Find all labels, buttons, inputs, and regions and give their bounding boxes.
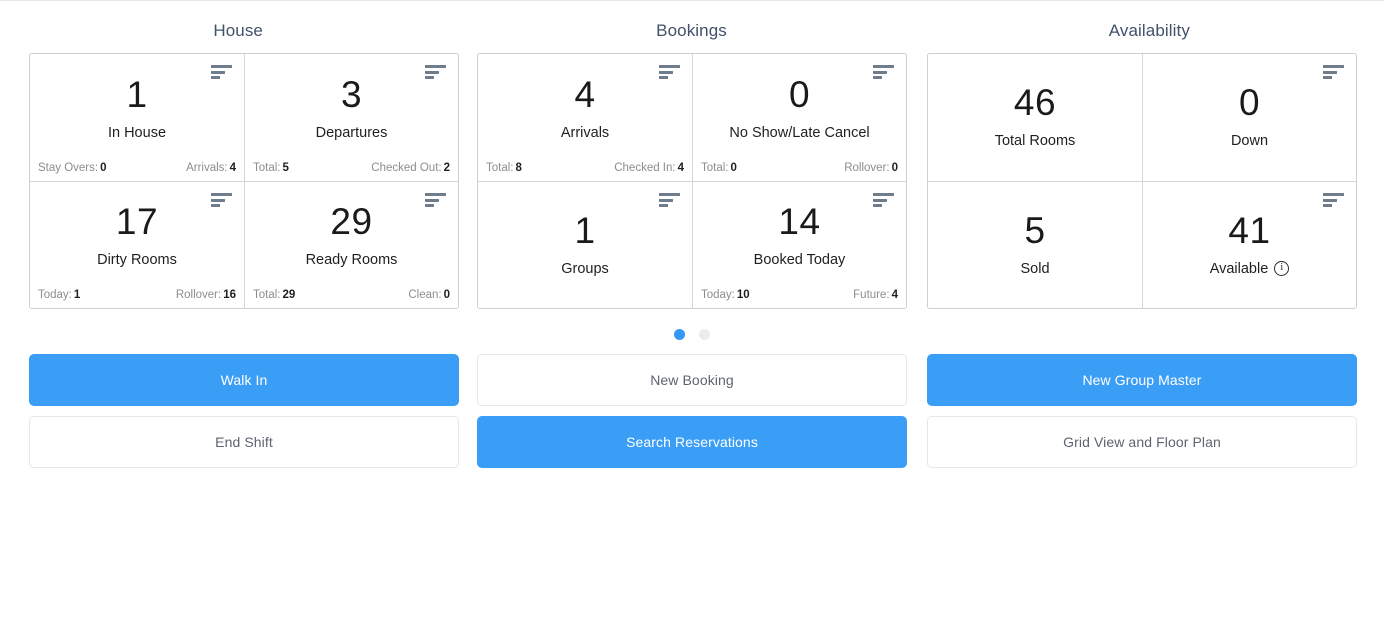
sort-icon[interactable] — [659, 65, 680, 79]
tile-booked-today[interactable]: 14 Booked Today Today:10 Future:4 — [692, 181, 906, 308]
tile-label-text: Available — [1210, 260, 1269, 278]
column-header-bookings: Bookings — [468, 21, 914, 41]
sort-icon[interactable] — [873, 193, 894, 207]
tile-footer-left: Total:5 — [253, 162, 289, 174]
tile-label: Groups — [561, 260, 609, 278]
tile-arrivals[interactable]: 4 Arrivals Total:8 Checked In:4 — [478, 54, 692, 181]
tile-group-house: 1 In House Stay Overs:0 Arrivals:4 3 Dep… — [29, 53, 459, 309]
end-shift-button[interactable]: End Shift — [29, 416, 459, 468]
tile-footer-right: Rollover:16 — [176, 289, 236, 301]
tile-value: 41 — [1228, 211, 1270, 251]
tile-label: Booked Today — [754, 251, 846, 269]
tile-value: 29 — [330, 202, 372, 242]
tile-label: Total Rooms — [995, 132, 1076, 150]
tile-value: 0 — [789, 75, 810, 115]
tile-footer: Total:29 Clean:0 — [245, 285, 458, 308]
pager-dot-1[interactable] — [674, 329, 685, 340]
tile-groups[interactable]: 1 Groups — [478, 181, 692, 308]
tile-footer-left: Total:29 — [253, 289, 295, 301]
tile-label: Arrivals — [561, 124, 609, 142]
tile-label: Down — [1231, 132, 1268, 150]
tile-footer: Today:1 Rollover:16 — [30, 285, 244, 308]
tile-footer-right: Future:4 — [853, 289, 898, 301]
search-reservations-button[interactable]: Search Reservations — [477, 416, 907, 468]
tile-footer-right: Checked Out:2 — [371, 162, 450, 174]
tile-footer: Today:10 Future:4 — [693, 285, 906, 308]
tile-groups: 1 In House Stay Overs:0 Arrivals:4 3 Dep… — [0, 41, 1384, 309]
column-header-availability: Availability — [915, 21, 1384, 41]
tile-label: Available — [1210, 260, 1290, 278]
tile-footer-left: Stay Overs:0 — [38, 162, 106, 174]
tile-footer-right: Arrivals:4 — [186, 162, 236, 174]
carousel-pager — [0, 309, 1384, 340]
tile-group-bookings: 4 Arrivals Total:8 Checked In:4 0 No Sho… — [477, 53, 907, 309]
tile-footer-left: Today:10 — [701, 289, 750, 301]
new-booking-button[interactable]: New Booking — [477, 354, 907, 406]
tile-footer-left: Today:1 — [38, 289, 80, 301]
tile-label: Sold — [1020, 260, 1049, 278]
column-headers: House Bookings Availability — [0, 1, 1384, 41]
tile-dirty-rooms[interactable]: 17 Dirty Rooms Today:1 Rollover:16 — [30, 181, 244, 308]
tile-value: 14 — [778, 202, 820, 242]
sort-icon[interactable] — [873, 65, 894, 79]
tile-down[interactable]: 0 Down — [1142, 54, 1356, 181]
tile-total-rooms[interactable]: 46 Total Rooms — [928, 54, 1142, 181]
column-header-house: House — [0, 21, 468, 41]
tile-ready-rooms[interactable]: 29 Ready Rooms Total:29 Clean:0 — [244, 181, 458, 308]
pager-dot-2[interactable] — [699, 329, 710, 340]
grid-view-and-floor-plan-button[interactable]: Grid View and Floor Plan — [927, 416, 1357, 468]
tile-value: 1 — [126, 75, 147, 115]
sort-icon[interactable] — [659, 193, 680, 207]
tile-value: 46 — [1014, 83, 1056, 123]
tile-footer-right: Checked In:4 — [614, 162, 684, 174]
sort-icon[interactable] — [425, 65, 446, 79]
tile-footer: Total:5 Checked Out:2 — [245, 158, 458, 181]
sort-icon[interactable] — [425, 193, 446, 207]
sort-icon[interactable] — [1323, 193, 1344, 207]
new-group-master-button[interactable]: New Group Master — [927, 354, 1357, 406]
tile-footer-left: Total:8 — [486, 162, 522, 174]
tile-available[interactable]: 41 Available — [1142, 181, 1356, 308]
tile-in-house[interactable]: 1 In House Stay Overs:0 Arrivals:4 — [30, 54, 244, 181]
tile-value: 3 — [341, 75, 362, 115]
sort-icon[interactable] — [1323, 65, 1344, 79]
tile-sold[interactable]: 5 Sold — [928, 181, 1142, 308]
info-icon[interactable] — [1274, 261, 1289, 276]
action-buttons: Walk In New Booking New Group Master End… — [0, 340, 1384, 468]
tile-footer: Total:0 Rollover:0 — [693, 158, 906, 181]
tile-value: 0 — [1239, 83, 1260, 123]
tile-footer-left: Total:0 — [701, 162, 737, 174]
action-row-2: End Shift Search Reservations Grid View … — [29, 416, 1384, 468]
tile-label: Ready Rooms — [306, 251, 398, 269]
tile-group-availability: 46 Total Rooms 0 Down 5 Sold — [927, 53, 1357, 309]
action-row-1: Walk In New Booking New Group Master — [29, 354, 1384, 406]
tile-value: 1 — [574, 211, 595, 251]
tile-footer-right: Clean:0 — [408, 289, 450, 301]
tile-departures[interactable]: 3 Departures Total:5 Checked Out:2 — [244, 54, 458, 181]
sort-icon[interactable] — [211, 193, 232, 207]
tile-value: 17 — [116, 202, 158, 242]
tile-value: 5 — [1024, 211, 1045, 251]
tile-footer: Stay Overs:0 Arrivals:4 — [30, 158, 244, 181]
dashboard-page: House Bookings Availability 1 In House S… — [0, 1, 1384, 478]
tile-label: Departures — [316, 124, 388, 142]
tile-label: No Show/Late Cancel — [729, 124, 869, 142]
tile-footer-right: Rollover:0 — [844, 162, 898, 174]
walk-in-button[interactable]: Walk In — [29, 354, 459, 406]
tile-label: In House — [108, 124, 166, 142]
sort-icon[interactable] — [211, 65, 232, 79]
tile-footer: Total:8 Checked In:4 — [478, 158, 692, 181]
tile-label: Dirty Rooms — [97, 251, 177, 269]
tile-no-show-late-cancel[interactable]: 0 No Show/Late Cancel Total:0 Rollover:0 — [692, 54, 906, 181]
tile-value: 4 — [574, 75, 595, 115]
